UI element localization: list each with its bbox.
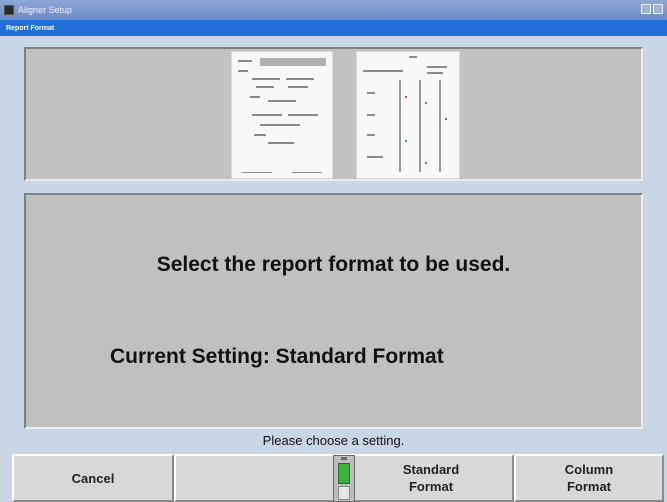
window-controls (641, 4, 663, 14)
battery-empty-cell (338, 486, 350, 500)
column-format-thumbnail[interactable] (356, 51, 460, 179)
cancel-button-label: Cancel (71, 470, 115, 486)
screen-subtitle: Report Format (6, 24, 55, 32)
blank-softkey[interactable] (174, 454, 336, 502)
standard-format-button[interactable]: Standard Format (336, 454, 514, 502)
format-preview-panel (24, 47, 643, 181)
battery-icon (333, 455, 355, 502)
battery-cap (341, 457, 347, 460)
window-title: Aligner Setup (18, 5, 73, 15)
minimize-icon[interactable] (641, 4, 651, 14)
standard-format-button-label: Standard Format (402, 462, 460, 494)
app-icon (4, 5, 14, 15)
maximize-icon[interactable] (653, 4, 663, 14)
message-panel: Select the report format to be used. Cur… (24, 193, 643, 429)
current-setting-text: Current Setting: Standard Format (110, 345, 444, 368)
instruction-text: Select the report format to be used. (156, 253, 511, 276)
status-text: Please choose a setting. (262, 433, 405, 448)
standard-format-thumbnail[interactable] (231, 51, 333, 179)
window-titlebar: Aligner Setup (0, 0, 667, 20)
column-format-button-label: Column Format (564, 462, 614, 494)
screen-subtitle-bar: Report Format (0, 20, 667, 36)
cancel-button[interactable]: Cancel (12, 454, 174, 502)
column-format-button[interactable]: Column Format (514, 454, 664, 502)
battery-charge-fill (338, 463, 350, 484)
